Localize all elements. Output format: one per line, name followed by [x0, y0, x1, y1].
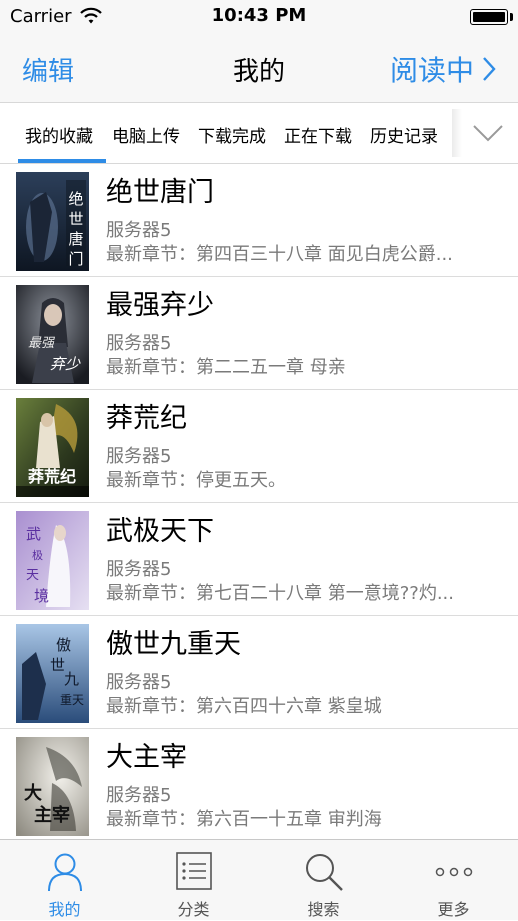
- svg-text:武: 武: [26, 525, 41, 543]
- book-title: 武极天下: [106, 516, 214, 547]
- svg-text:傲: 傲: [56, 636, 71, 654]
- tab-bar-label: 我的: [48, 900, 81, 919]
- svg-text:绝: 绝: [68, 190, 83, 208]
- svg-text:境: 境: [34, 587, 49, 605]
- tab-downloading[interactable]: 正在下载: [284, 122, 352, 147]
- book-cover: 武 极 天 境: [16, 511, 89, 610]
- book-server: 服务器5: [106, 559, 172, 580]
- svg-text:莽荒纪: 莽荒纪: [27, 467, 76, 486]
- tab-history[interactable]: 历史记录: [370, 122, 438, 147]
- tab-favorites[interactable]: 我的收藏: [25, 122, 93, 147]
- book-row[interactable]: 最强 弃少 最强弃少 服务器5 最新章节：第二二五一章 母亲: [0, 277, 518, 390]
- bottom-tab-bar: 我的 分类 搜索 更多: [0, 839, 518, 920]
- tab-bar-item-search[interactable]: 搜索: [259, 840, 388, 921]
- status-time: 10:43 PM: [211, 5, 307, 26]
- battery-icon: [470, 9, 508, 25]
- book-cover: 莽荒纪: [16, 398, 89, 497]
- person-icon: [47, 853, 82, 892]
- svg-text:唐: 唐: [68, 230, 83, 248]
- book-title: 傲世九重天: [106, 629, 241, 660]
- tab-bar-item-mine[interactable]: 我的: [0, 840, 129, 921]
- tab-bar-item-category[interactable]: 分类: [129, 840, 258, 921]
- search-icon: [305, 854, 343, 891]
- svg-text:大: 大: [24, 782, 42, 804]
- tab-pc-upload[interactable]: 电脑上传: [112, 122, 180, 147]
- book-latest-chapter: 最新章节：第六百一十五章 审判海: [106, 809, 382, 830]
- book-server: 服务器5: [106, 220, 172, 241]
- book-server: 服务器5: [106, 446, 172, 467]
- book-row[interactable]: 莽荒纪 莽荒纪 服务器5 最新章节：停更五天。: [0, 390, 518, 503]
- svg-text:弃少: 弃少: [50, 355, 81, 373]
- reading-label: 阅读中: [389, 54, 474, 87]
- battery-tip: [510, 13, 513, 21]
- book-latest-chapter: 最新章节：第二二五一章 母亲: [106, 357, 346, 378]
- book-row[interactable]: 武 极 天 境 武极天下 服务器5 最新章节：第七百二十八章 第一意境??灼..…: [0, 503, 518, 616]
- tab-bar-item-more[interactable]: 更多: [389, 840, 518, 921]
- svg-text:世: 世: [50, 656, 65, 674]
- svg-text:最强: 最强: [28, 336, 55, 351]
- reading-button[interactable]: 阅读中: [390, 49, 496, 89]
- tab-bar-label: 更多: [437, 900, 470, 919]
- book-latest-chapter: 最新章节：第六百四十六章 紫皇城: [106, 696, 382, 717]
- list-icon: [175, 852, 212, 890]
- book-row[interactable]: 傲 世 九 重天 傲世九重天 服务器5 最新章节：第六百四十六章 紫皇城: [0, 616, 518, 729]
- tab-bar-label: 分类: [177, 900, 210, 919]
- book-title: 莽荒纪: [106, 403, 187, 434]
- svg-text:天: 天: [26, 568, 39, 583]
- active-tab-indicator: [18, 159, 106, 163]
- svg-text:世: 世: [68, 210, 83, 228]
- book-cover: 傲 世 九 重天: [16, 624, 89, 723]
- book-cover: 最强 弃少: [16, 285, 89, 384]
- book-server: 服务器5: [106, 672, 172, 693]
- book-server: 服务器5: [106, 333, 172, 354]
- more-icon: [435, 867, 472, 877]
- book-title: 绝世唐门: [106, 177, 214, 208]
- tab-downloaded[interactable]: 下载完成: [198, 122, 266, 147]
- book-latest-chapter: 最新章节：第四百三十八章 面见白虎公爵...: [106, 244, 453, 265]
- svg-text:主宰: 主宰: [34, 804, 70, 826]
- svg-text:九: 九: [64, 670, 79, 688]
- book-row[interactable]: 绝 世 唐 门 绝世唐门 服务器5 最新章节：第四百三十八章 面见白虎公爵...: [0, 164, 518, 277]
- status-bar: Carrier 10:43 PM: [0, 0, 518, 34]
- svg-text:重天: 重天: [60, 693, 84, 707]
- book-latest-chapter: 最新章节：第七百二十八章 第一意境??灼...: [106, 583, 454, 604]
- chevron-down-icon[interactable]: [472, 123, 504, 143]
- book-list[interactable]: 绝 世 唐 门 绝世唐门 服务器5 最新章节：第四百三十八章 面见白虎公爵...…: [0, 164, 518, 839]
- navigation-bar: 编辑 我的 阅读中: [0, 34, 518, 102]
- tab-scroll-shadow: [452, 109, 462, 157]
- book-latest-chapter: 最新章节：停更五天。: [106, 470, 286, 491]
- edit-button[interactable]: 编辑: [22, 51, 74, 88]
- book-row[interactable]: 大 主宰 大主宰 服务器5 最新章节：第六百一十五章 审判海: [0, 729, 518, 839]
- svg-text:极: 极: [32, 548, 43, 562]
- book-cover: 绝 世 唐 门: [16, 172, 89, 271]
- chevron-right-icon: [483, 57, 496, 81]
- book-server: 服务器5: [106, 785, 172, 806]
- book-cover: 大 主宰: [16, 737, 89, 836]
- tab-bar-label: 搜索: [307, 900, 340, 919]
- svg-text:门: 门: [68, 250, 83, 268]
- book-title: 最强弃少: [106, 290, 214, 321]
- book-title: 大主宰: [106, 742, 187, 773]
- category-tab-strip: 我的收藏 电脑上传 下载完成 正在下载 历史记录: [0, 102, 518, 164]
